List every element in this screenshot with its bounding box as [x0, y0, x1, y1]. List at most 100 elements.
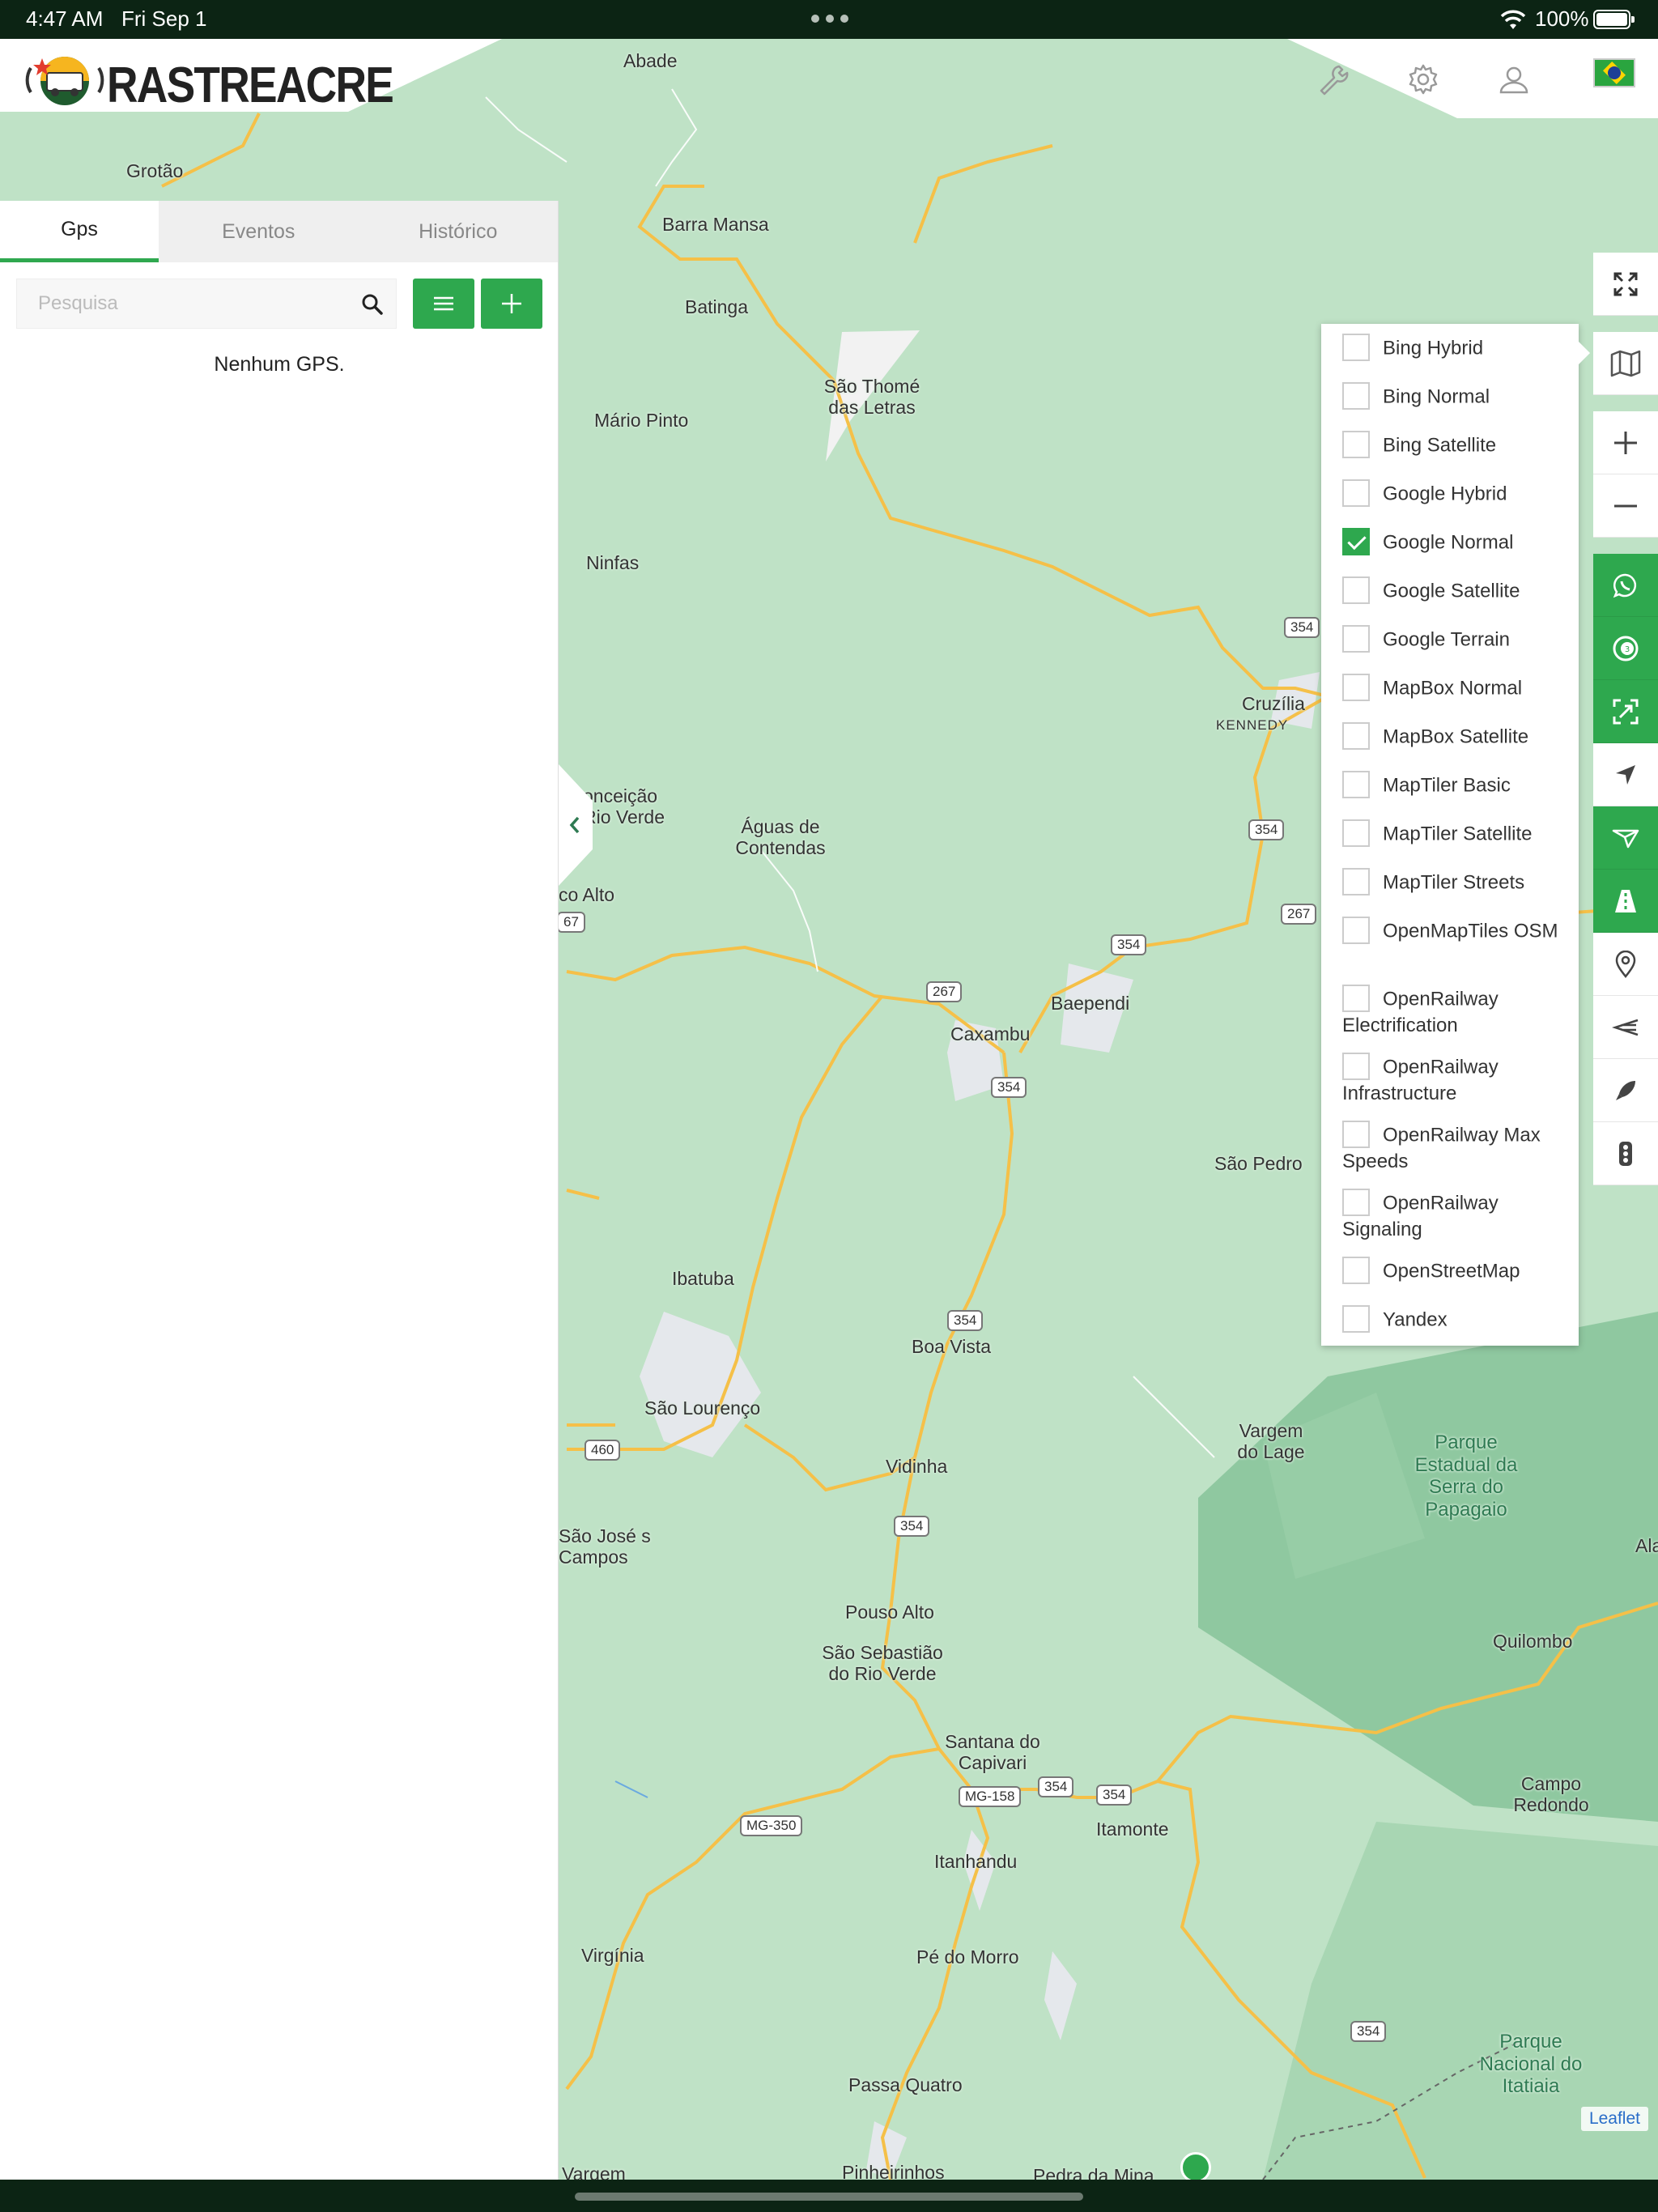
- map-layers-button[interactable]: [1593, 332, 1658, 395]
- road-shield: 354: [1096, 1784, 1133, 1806]
- send-icon: [1612, 829, 1639, 848]
- layer-option[interactable]: MapBox Normal: [1342, 674, 1523, 703]
- search-icon[interactable]: [360, 292, 385, 317]
- layer-checkbox[interactable]: [1342, 576, 1370, 604]
- layer-option[interactable]: OpenStreetMap: [1342, 1257, 1520, 1286]
- place-label: Grotão: [126, 160, 184, 181]
- layer-checkbox[interactable]: [1342, 1053, 1370, 1080]
- multitasking-dots-icon[interactable]: [811, 15, 848, 23]
- layer-label: Google Satellite: [1383, 580, 1520, 602]
- home-indicator[interactable]: [575, 2193, 1083, 2201]
- layer-option[interactable]: OpenRailway Electrification: [1342, 985, 1561, 1038]
- layer-option[interactable]: OpenRailway Max Speeds: [1342, 1121, 1561, 1174]
- layer-option[interactable]: MapTiler Satellite: [1342, 819, 1533, 849]
- layer-option[interactable]: OpenMapTiles OSM: [1342, 917, 1561, 946]
- layer-option[interactable]: MapTiler Streets: [1342, 868, 1525, 897]
- counter-button[interactable]: 3: [1593, 617, 1658, 680]
- layer-option[interactable]: Yandex: [1342, 1305, 1448, 1334]
- layer-label: Yandex: [1383, 1308, 1448, 1331]
- layer-option[interactable]: Bing Satellite: [1342, 431, 1497, 460]
- place-label: Ala: [1635, 1535, 1658, 1556]
- layer-option[interactable]: Google Hybrid: [1342, 479, 1507, 508]
- layer-option[interactable]: Bing Hybrid: [1342, 334, 1483, 363]
- layer-option[interactable]: OpenRailway Infrastructure: [1342, 1053, 1561, 1106]
- search-input[interactable]: Pesquisa: [16, 279, 397, 329]
- layer-checkbox[interactable]: [1342, 819, 1370, 847]
- peak-marker-icon: [1180, 2152, 1211, 2180]
- zoom-out-button[interactable]: [1593, 474, 1658, 538]
- layer-checkbox[interactable]: [1342, 722, 1370, 750]
- layer-label: MapTiler Satellite: [1383, 823, 1533, 845]
- layer-checkbox[interactable]: [1342, 868, 1370, 895]
- traffic-light-button[interactable]: [1593, 1122, 1658, 1185]
- layer-option[interactable]: Google Normal: [1342, 528, 1514, 557]
- layer-option[interactable]: OpenRailway Signaling: [1342, 1189, 1561, 1242]
- layer-checkbox[interactable]: [1342, 674, 1370, 701]
- rocket-button[interactable]: [1593, 1059, 1658, 1122]
- road-shield: 267: [926, 981, 963, 1002]
- gear-icon[interactable]: [1407, 63, 1439, 96]
- park-label: Parque Nacional do Itatiaia: [1479, 2031, 1583, 2098]
- place-label: Ibatuba: [672, 1268, 734, 1289]
- layer-label: MapTiler Basic: [1383, 774, 1511, 797]
- logo-text: RASTREACRE: [107, 57, 394, 113]
- zoom-in-icon: [1614, 431, 1637, 454]
- layer-checkbox-checked[interactable]: [1342, 528, 1370, 555]
- place-label: Passa Quatro: [848, 2074, 963, 2095]
- place-label: Vargem do Lage: [1237, 1420, 1305, 1463]
- truck-logo-icon: [25, 57, 104, 105]
- brazil-flag-icon[interactable]: [1593, 58, 1635, 87]
- layer-checkbox[interactable]: [1342, 985, 1370, 1012]
- place-label: Pouso Alto: [845, 1602, 934, 1623]
- layer-checkbox[interactable]: [1342, 1121, 1370, 1148]
- wrench-icon[interactable]: [1316, 63, 1349, 96]
- navigate-button[interactable]: [1593, 743, 1658, 806]
- layer-checkbox[interactable]: [1342, 625, 1370, 653]
- layer-label: MapBox Normal: [1383, 677, 1523, 700]
- layer-label: OpenStreetMap: [1383, 1260, 1520, 1283]
- wifi-icon: [1500, 10, 1526, 29]
- place-label: KENNEDY: [1216, 717, 1289, 733]
- layer-option[interactable]: Google Satellite: [1342, 576, 1520, 606]
- layer-checkbox[interactable]: [1342, 431, 1370, 458]
- park-label: Parque Estadual da Serra do Papagaio: [1414, 1431, 1518, 1521]
- zoom-out-icon: [1614, 504, 1637, 507]
- tab-historico[interactable]: Histórico: [359, 201, 559, 262]
- place-label: Itamonte: [1096, 1819, 1169, 1840]
- list-menu-button[interactable]: [413, 279, 474, 329]
- layer-label: OpenRailway Max Speeds: [1342, 1124, 1541, 1172]
- add-gps-button[interactable]: [481, 279, 542, 329]
- layer-checkbox[interactable]: [1342, 771, 1370, 798]
- plus-icon: [502, 294, 521, 313]
- layer-checkbox[interactable]: [1342, 382, 1370, 410]
- layer-checkbox[interactable]: [1342, 1189, 1370, 1216]
- bottom-bar: [0, 2180, 1658, 2212]
- place-label: Ninfas: [586, 552, 640, 573]
- layer-checkbox[interactable]: [1342, 1305, 1370, 1333]
- scan-button[interactable]: [1593, 680, 1658, 743]
- tab-eventos[interactable]: Eventos: [159, 201, 359, 262]
- zoom-in-button[interactable]: [1593, 411, 1658, 474]
- place-label: São Sebastião do Rio Verde: [822, 1642, 943, 1685]
- tab-gps[interactable]: Gps: [0, 201, 159, 262]
- pin-button[interactable]: [1593, 933, 1658, 996]
- layer-checkbox[interactable]: [1342, 479, 1370, 507]
- send-button[interactable]: [1593, 806, 1658, 870]
- layer-checkbox[interactable]: [1342, 917, 1370, 944]
- layer-option[interactable]: MapBox Satellite: [1342, 722, 1528, 751]
- layer-checkbox[interactable]: [1342, 334, 1370, 361]
- layer-option[interactable]: MapTiler Basic: [1342, 771, 1511, 800]
- leaflet-attribution-link[interactable]: Leaflet: [1580, 2107, 1648, 2131]
- layer-label: Bing Satellite: [1383, 434, 1497, 457]
- layer-option[interactable]: Google Terrain: [1342, 625, 1510, 654]
- fullscreen-button[interactable]: [1593, 253, 1658, 316]
- route-back-button[interactable]: [1593, 996, 1658, 1059]
- layer-option[interactable]: Bing Normal: [1342, 382, 1490, 411]
- user-icon[interactable]: [1498, 63, 1530, 96]
- layer-label: MapTiler Streets: [1383, 871, 1525, 894]
- layer-checkbox[interactable]: [1342, 1257, 1370, 1284]
- road-button[interactable]: [1593, 870, 1658, 933]
- whatsapp-button[interactable]: [1593, 554, 1658, 617]
- layer-label: Google Normal: [1383, 531, 1514, 554]
- place-label: Cruzília: [1242, 693, 1305, 714]
